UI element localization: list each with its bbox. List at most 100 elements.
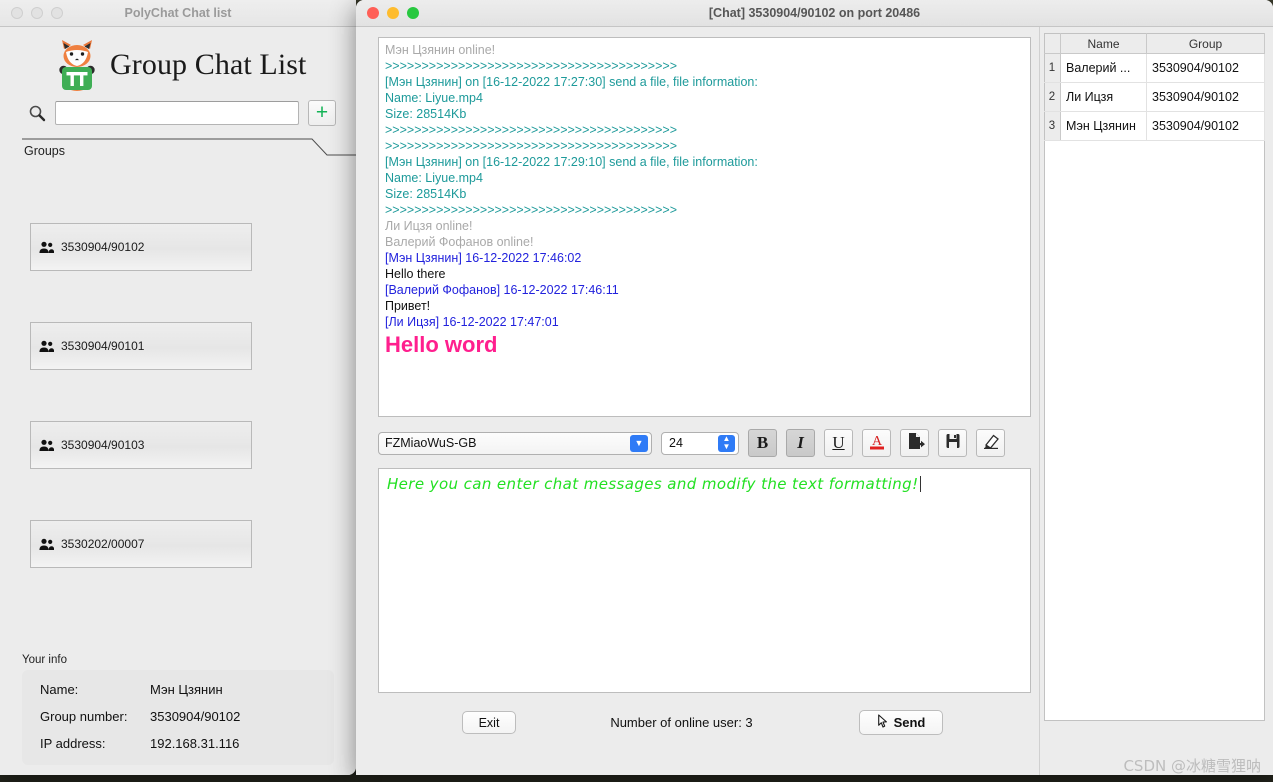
your-info-key: Group number:	[40, 709, 128, 724]
close-button-icon[interactable]	[11, 7, 23, 19]
table-row[interactable]: 2 Ли Ицзя 3530904/90102	[1044, 82, 1265, 112]
watermark: CSDN @冰糖雪狸呐	[1123, 757, 1261, 775]
chat-list-titlebar: PolyChat Chat list	[0, 0, 356, 27]
group-list-item-label: 3530904/90101	[61, 339, 145, 353]
text-caret	[919, 476, 921, 492]
your-info-value: 192.168.31.116	[150, 736, 240, 751]
message-composer[interactable]: Here you can enter chat messages and mod…	[378, 468, 1031, 693]
text-color-icon: A	[867, 431, 887, 456]
chat-list-traffic-lights[interactable]	[0, 7, 63, 19]
group-people-icon	[39, 241, 55, 254]
chevron-down-icon[interactable]: ▼	[630, 434, 648, 452]
group-list-item-label: 3530202/00007	[61, 537, 145, 551]
chat-message: >>>>>>>>>>>>>>>>>>>>>>>>>>>>>>>>>>>>>>>>	[385, 139, 677, 153]
tab-groups[interactable]: Groups	[24, 144, 65, 158]
your-info-row: IP address: 192.168.31.116	[40, 736, 320, 751]
close-button-icon[interactable]	[367, 7, 379, 19]
online-users-empty-area	[1044, 141, 1265, 721]
chat-traffic-lights[interactable]	[356, 7, 419, 19]
chat-message: >>>>>>>>>>>>>>>>>>>>>>>>>>>>>>>>>>>>>>>>	[385, 59, 677, 73]
maximize-button-icon[interactable]	[51, 7, 63, 19]
save-icon	[943, 431, 963, 456]
minimize-button-icon[interactable]	[387, 7, 399, 19]
font-size-value: 24	[669, 436, 683, 450]
your-info-title: Your info	[22, 654, 67, 666]
row-number: 2	[1044, 82, 1061, 112]
your-info-row: Group number: 3530904/90102	[40, 709, 320, 724]
send-button-label: Send	[893, 715, 926, 730]
user-name-cell: Мэн Цзянин	[1060, 111, 1147, 141]
fox-pi-logo-icon	[52, 39, 102, 91]
online-user-count: Number of online user: 3	[610, 715, 753, 730]
bold-button[interactable]: B	[748, 429, 777, 457]
chat-message: Hello word	[385, 332, 498, 357]
chat-titlebar: [Chat] 3530904/90102 on port 20486	[356, 0, 1273, 27]
maximize-button-icon[interactable]	[407, 7, 419, 19]
group-list-item[interactable]: 3530904/90101	[30, 322, 252, 370]
chat-message: [Мэн Цзянин] on [16-12-2022 17:29:10] se…	[385, 155, 758, 169]
chat-message: >>>>>>>>>>>>>>>>>>>>>>>>>>>>>>>>>>>>>>>>	[385, 123, 677, 137]
chat-message: Валерий Фофанов online!	[385, 235, 534, 249]
brand-header: Group Chat List	[0, 27, 356, 91]
chat-list-window: PolyChat Chat list Group Chat List + Gro…	[0, 0, 356, 775]
chat-window: [Chat] 3530904/90102 on port 20486 Мэн Ц…	[356, 0, 1273, 775]
table-row[interactable]: 3 Мэн Цзянин 3530904/90102	[1044, 111, 1265, 141]
chat-footer: Exit Number of online user: 3 Send	[378, 710, 1031, 735]
page-title: Group Chat List	[110, 48, 307, 81]
your-info-value: Мэн Цзянин	[150, 682, 223, 697]
chat-message: [Мэн Цзянин] on [16-12-2022 17:27:30] se…	[385, 75, 758, 89]
screen: PolyChat Chat list Group Chat List + Gro…	[0, 0, 1273, 782]
save-button[interactable]	[938, 429, 967, 457]
chat-main-column: Мэн Цзянин online! >>>>>>>>>>>>>>>>>>>>>…	[356, 27, 1039, 775]
search-input[interactable]	[55, 101, 299, 125]
group-list-item[interactable]: 3530904/90103	[30, 421, 252, 469]
chat-message: >>>>>>>>>>>>>>>>>>>>>>>>>>>>>>>>>>>>>>>>	[385, 203, 677, 217]
send-file-button[interactable]	[900, 429, 929, 457]
group-people-icon	[39, 340, 55, 353]
chat-message: Мэн Цзянин online!	[385, 43, 496, 57]
chat-message: Привет!	[385, 299, 431, 313]
group-people-icon	[39, 538, 55, 551]
italic-button[interactable]: I	[786, 429, 815, 457]
table-header-name[interactable]: Name	[1060, 33, 1147, 54]
group-list: 3530904/90102 3530904/90101 3530904/9010…	[0, 223, 356, 645]
group-list-item[interactable]: 3530904/90102	[30, 223, 252, 271]
user-name-cell: Ли Ицзя	[1060, 82, 1147, 112]
online-users-panel: Name Group 1 Валерий ... 3530904/90102 2…	[1039, 27, 1273, 775]
chat-message: Name: Liyue.mp4	[385, 171, 483, 185]
eraser-icon	[981, 431, 1001, 456]
your-info-key: Name:	[40, 682, 79, 697]
your-info-key: IP address:	[40, 736, 106, 751]
minimize-button-icon[interactable]	[31, 7, 43, 19]
font-size-stepper[interactable]: 24 ▲ ▼	[661, 431, 739, 455]
group-list-item-label: 3530904/90103	[61, 438, 145, 452]
row-number: 1	[1044, 53, 1061, 83]
text-color-button[interactable]: A	[862, 429, 891, 457]
underline-button[interactable]: U	[824, 429, 853, 457]
chat-list-body: Group Chat List + Groups 3530904/90102 3…	[0, 27, 356, 775]
chat-message: [Мэн Цзянин] 16-12-2022 17:46:02	[385, 251, 582, 265]
clear-button[interactable]	[976, 429, 1005, 457]
chat-message: Size: 28514Kb	[385, 107, 467, 121]
group-list-item-label: 3530904/90102	[61, 240, 145, 254]
user-group-cell: 3530904/90102	[1146, 53, 1265, 83]
font-family-value: FZMiaoWuS-GB	[385, 436, 477, 450]
user-name-cell: Валерий ...	[1060, 53, 1147, 83]
group-list-item[interactable]: 3530202/00007	[30, 520, 252, 568]
chat-log[interactable]: Мэн Цзянин online! >>>>>>>>>>>>>>>>>>>>>…	[378, 37, 1031, 417]
stepper-arrows-icon[interactable]: ▲ ▼	[718, 434, 735, 452]
add-group-button[interactable]: +	[308, 100, 336, 126]
table-header-rownum	[1044, 33, 1061, 54]
table-header-group[interactable]: Group	[1146, 33, 1265, 54]
group-people-icon	[39, 439, 55, 452]
your-info-section: Your info Name: Мэн Цзянин Group number:…	[22, 654, 334, 765]
chat-body: Мэн Цзянин online! >>>>>>>>>>>>>>>>>>>>>…	[356, 27, 1273, 775]
font-family-select[interactable]: FZMiaoWuS-GB ▼	[378, 431, 652, 455]
your-info-value: 3530904/90102	[150, 709, 241, 724]
table-row[interactable]: 1 Валерий ... 3530904/90102	[1044, 53, 1265, 83]
online-users-table[interactable]: Name Group 1 Валерий ... 3530904/90102 2…	[1044, 33, 1265, 141]
send-button[interactable]: Send	[859, 710, 943, 735]
user-group-cell: 3530904/90102	[1146, 111, 1265, 141]
composer-text: Here you can enter chat messages and mod…	[387, 475, 919, 493]
search-icon	[28, 104, 46, 122]
